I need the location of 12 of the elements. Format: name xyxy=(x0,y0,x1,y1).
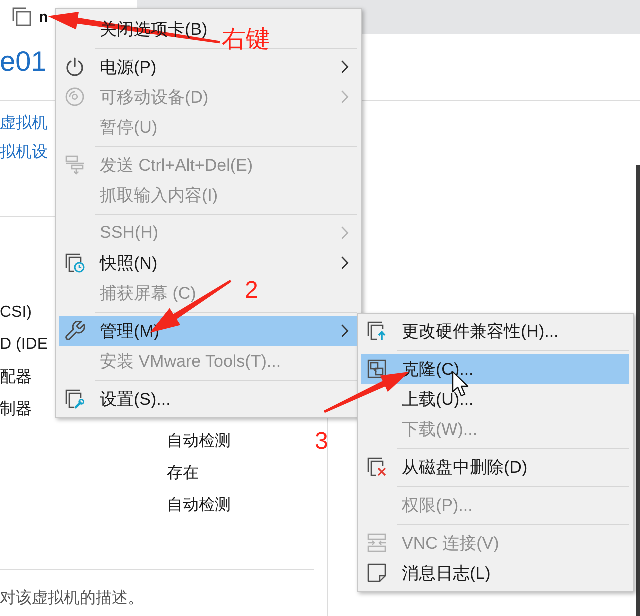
device-name: CSI) xyxy=(0,304,32,322)
device-name: 制器 xyxy=(0,400,32,420)
vm-title: e01 xyxy=(0,46,47,79)
device-value: 自动检测 xyxy=(167,496,231,516)
annotation-label: 2 xyxy=(245,279,258,303)
annotation-label: 3 xyxy=(315,430,328,454)
device-value: 存在 xyxy=(167,464,199,484)
device-name: D (IDE xyxy=(0,336,48,354)
annotation-label: 右键 xyxy=(222,28,270,52)
description-text: 对该虚拟机的描述。 xyxy=(0,588,144,609)
device-name: 配器 xyxy=(0,368,32,388)
device-value: 自动检测 xyxy=(167,432,231,452)
